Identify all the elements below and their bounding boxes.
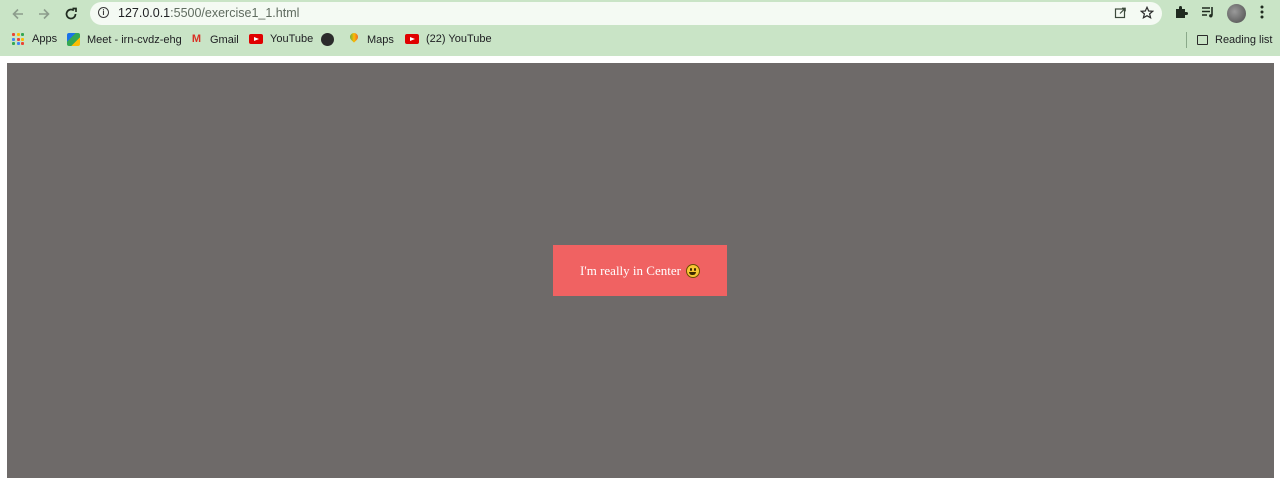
smiley-icon — [685, 263, 700, 278]
forward-button[interactable] — [34, 4, 54, 24]
bookmark-globe[interactable] — [321, 33, 341, 46]
bookmark-label: Meet - irn-cvdz-ehg — [87, 33, 182, 46]
puzzle-icon[interactable] — [1172, 5, 1190, 23]
meet-icon — [67, 33, 80, 46]
bookmark-apps[interactable]: Apps — [12, 33, 57, 45]
bookmark-youtube-22[interactable]: (22) YouTube — [405, 33, 492, 45]
globe-icon — [321, 33, 334, 46]
share-icon[interactable] — [1112, 6, 1128, 22]
youtube-icon — [249, 34, 263, 44]
gmail-icon: M — [191, 33, 202, 45]
maps-icon — [347, 33, 360, 46]
kebab-menu-icon[interactable] — [1253, 5, 1271, 23]
reload-button[interactable] — [61, 4, 81, 24]
bookmark-youtube[interactable]: YouTube — [249, 33, 313, 45]
url-path: :5500/exercise1_1.html — [170, 6, 300, 20]
reload-icon — [65, 7, 77, 20]
bookmark-label: YouTube — [270, 33, 314, 45]
bookmark-label: (22) YouTube — [426, 33, 492, 45]
bookmark-maps[interactable]: Maps — [347, 33, 394, 46]
youtube-icon — [405, 34, 419, 44]
info-icon[interactable]: i — [98, 7, 109, 18]
center-box: I'm really in Center — [553, 245, 727, 296]
bookmark-label: Gmail — [210, 33, 239, 46]
url-text[interactable]: 127.0.0.1:5500/exercise1_1.html — [118, 6, 299, 20]
bookmarks-divider — [1186, 32, 1187, 48]
reading-list-label: Reading list — [1215, 34, 1273, 46]
back-button[interactable] — [8, 4, 28, 24]
browser-toolbar: i 127.0.0.1:5500/exercise1_1.html — [0, 0, 1280, 28]
profile-avatar[interactable] — [1227, 4, 1246, 23]
address-bar[interactable]: i 127.0.0.1:5500/exercise1_1.html — [90, 2, 1162, 25]
media-queue-icon[interactable] — [1199, 5, 1217, 23]
bookmark-label: Apps — [32, 33, 58, 45]
bookmark-meet[interactable]: Meet - irn-cvdz-ehg — [67, 33, 182, 46]
bookmark-label: Maps — [367, 33, 394, 46]
reading-list-button[interactable]: Reading list — [1186, 32, 1272, 48]
browser-chrome: i 127.0.0.1:5500/exercise1_1.html Apps M… — [0, 0, 1280, 56]
apps-grid-icon — [12, 33, 24, 45]
arrow-right-icon — [39, 8, 50, 20]
page-viewport: I'm really in Center — [7, 63, 1274, 478]
url-host: 127.0.0.1 — [118, 6, 171, 20]
star-icon[interactable] — [1139, 5, 1155, 22]
bookmarks-bar: Apps Meet - irn-cvdz-ehg M Gmail YouTube… — [0, 30, 1280, 52]
arrow-left-icon — [12, 8, 23, 20]
center-text: I'm really in Center — [580, 262, 681, 278]
reading-list-icon — [1197, 35, 1208, 45]
bookmark-gmail[interactable]: M Gmail — [190, 33, 239, 46]
